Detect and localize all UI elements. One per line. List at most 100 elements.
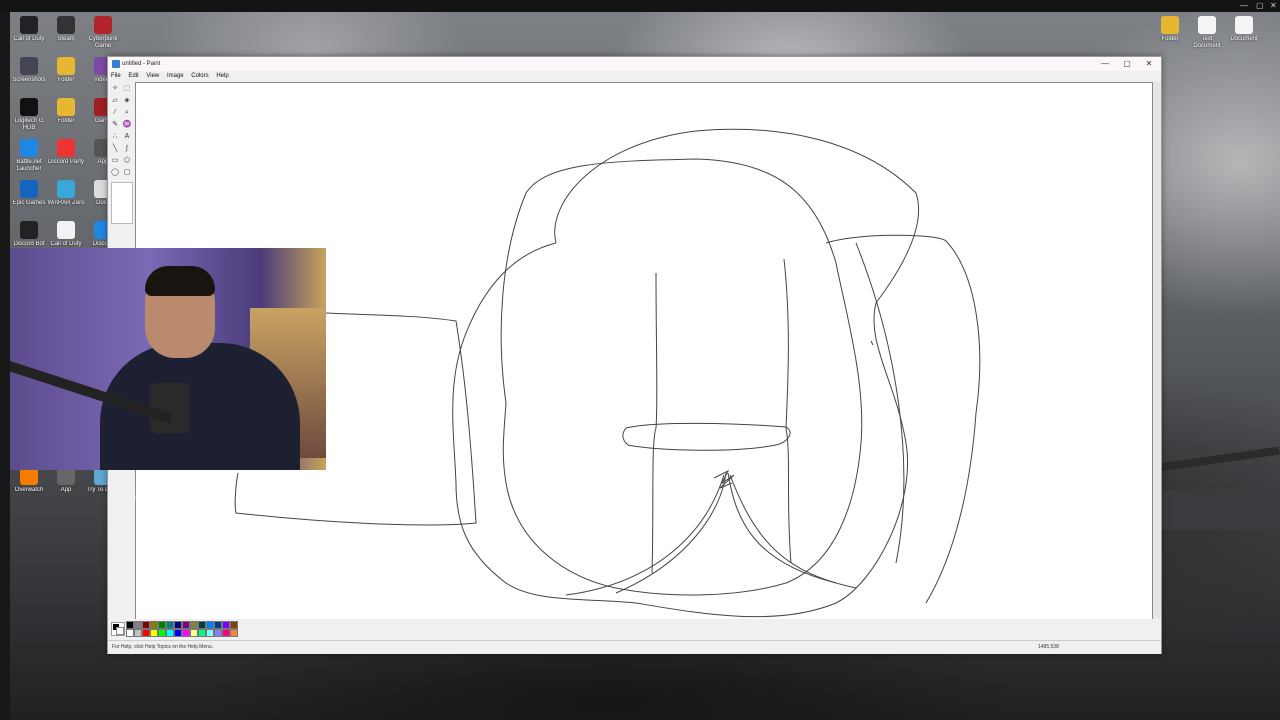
paint-title-bar[interactable]: untitled - Paint — ▢ ✕: [108, 57, 1161, 71]
palette-swatch[interactable]: [214, 621, 222, 629]
wallpaper-structure: [1160, 490, 1280, 530]
airbrush-icon[interactable]: ∴: [110, 132, 120, 142]
palette-swatch[interactable]: [230, 629, 238, 637]
palette-swatch[interactable]: [158, 621, 166, 629]
desktop-icon-label: Discord Party: [47, 159, 84, 165]
palette-swatch[interactable]: [206, 621, 214, 629]
stroke-fan-2: [727, 472, 837, 584]
stream-timer: 274:19:07: [118, 486, 211, 507]
palette-swatch[interactable]: [142, 621, 150, 629]
current-colors[interactable]: [111, 622, 125, 636]
desktop-icon-label: Logitech G HUB: [14, 118, 44, 131]
menu-image[interactable]: Image: [167, 73, 184, 79]
palette-swatch[interactable]: [150, 629, 158, 637]
menu-view[interactable]: View: [146, 73, 159, 79]
desktop-icon[interactable]: Epic Games: [9, 180, 49, 214]
paint-maximize-icon[interactable]: ▢: [1116, 57, 1138, 71]
status-help-text: For Help, click Help Topics on the Help …: [112, 644, 214, 650]
desktop-icon[interactable]: Screenshots: [9, 57, 49, 91]
paint-minimize-icon[interactable]: —: [1094, 57, 1116, 71]
polygon-icon[interactable]: ⬠: [122, 156, 132, 166]
palette-swatch[interactable]: [230, 621, 238, 629]
palette-swatch[interactable]: [142, 629, 150, 637]
app-icon: [57, 16, 75, 34]
app-icon: [20, 57, 38, 75]
palette-swatch[interactable]: [166, 629, 174, 637]
palette-swatch[interactable]: [222, 629, 230, 637]
desktop-icon-label: Call of Duty: [13, 36, 45, 42]
webcam-overlay: [0, 248, 326, 470]
desktop-icon[interactable]: Battle.net Launcher: [9, 139, 49, 173]
tool-options-box[interactable]: [111, 182, 133, 224]
vertical-scrollbar[interactable]: [1153, 82, 1161, 618]
desktop-icon[interactable]: Discord Party: [46, 139, 86, 173]
menu-file[interactable]: File: [111, 73, 121, 79]
desktop-icon-label: Document: [1230, 36, 1258, 42]
app-icon: [20, 180, 38, 198]
desktop-icon[interactable]: App: [46, 467, 86, 501]
rectangle-icon[interactable]: ▭: [110, 156, 120, 166]
palette-swatch[interactable]: [174, 621, 182, 629]
palette-swatch[interactable]: [126, 629, 134, 637]
palette-swatch[interactable]: [174, 629, 182, 637]
desktop-icon-label: Overwatch: [14, 487, 44, 493]
magnifier-icon[interactable]: ⌕: [122, 108, 132, 118]
curve-icon[interactable]: ∫: [122, 144, 132, 154]
webcam-person-hair: [145, 266, 215, 296]
palette-swatch[interactable]: [182, 629, 190, 637]
desktop-icon-label: Battle.net Launcher: [16, 159, 42, 172]
desktop-icon[interactable]: Text Document: [1187, 16, 1227, 50]
palette-swatch[interactable]: [198, 621, 206, 629]
paint-title: untitled - Paint: [122, 61, 161, 67]
rounded-rect-icon[interactable]: ▢: [122, 168, 132, 178]
desktop-icon[interactable]: Steam: [46, 16, 86, 50]
desktop-icon[interactable]: Overwatch: [9, 467, 49, 501]
palette-swatch[interactable]: [134, 621, 142, 629]
document-icon: [1235, 16, 1253, 34]
desktop-icon[interactable]: Call of Duty: [9, 16, 49, 50]
app-icon: [57, 139, 75, 157]
minimize-icon[interactable]: —: [1240, 1, 1248, 11]
desktop-icon[interactable]: WinRAR Zero: [46, 180, 86, 214]
desktop-icon[interactable]: Document: [1224, 16, 1264, 50]
maximize-icon[interactable]: ▢: [1256, 1, 1264, 11]
text-tool-icon[interactable]: A: [122, 132, 132, 142]
palette-swatch[interactable]: [182, 621, 190, 629]
paint-close-icon[interactable]: ✕: [1138, 57, 1160, 71]
pencil-icon[interactable]: ✎: [110, 120, 120, 130]
palette-swatch[interactable]: [150, 621, 158, 629]
free-select-icon[interactable]: ✧: [110, 84, 120, 94]
palette-swatch[interactable]: [190, 621, 198, 629]
fill-icon[interactable]: ◈: [122, 96, 132, 106]
palette-swatch[interactable]: [126, 621, 134, 629]
desktop-icon[interactable]: Folder: [46, 98, 86, 132]
palette-swatch[interactable]: [206, 629, 214, 637]
desktop-icon-label: Screenshots: [12, 77, 46, 83]
menu-colors[interactable]: Colors: [191, 73, 208, 79]
folder-icon: [1161, 16, 1179, 34]
menu-help[interactable]: Help: [216, 73, 228, 79]
rect-select-icon[interactable]: ⬚: [122, 84, 132, 94]
desktop-icon[interactable]: Folder: [1150, 16, 1190, 50]
brush-icon[interactable]: ♒: [122, 120, 132, 130]
palette-swatch[interactable]: [222, 621, 230, 629]
background-color: [116, 627, 124, 635]
palette-swatch[interactable]: [166, 621, 174, 629]
desktop-icon[interactable]: Folder: [46, 57, 86, 91]
palette-swatch[interactable]: [190, 629, 198, 637]
line-icon[interactable]: ╲: [110, 144, 120, 154]
stroke-right-column: [783, 258, 792, 564]
desktop-icon[interactable]: Cyberpunk Game: [83, 16, 123, 50]
ellipse-icon[interactable]: ◯: [110, 168, 120, 178]
palette-swatch[interactable]: [198, 629, 206, 637]
close-icon[interactable]: ✕: [1270, 1, 1277, 11]
desktop-icon[interactable]: Logitech G HUB: [9, 98, 49, 132]
desktop-icon-label: Folder: [57, 118, 75, 124]
app-icon: [20, 16, 38, 34]
palette-swatch[interactable]: [158, 629, 166, 637]
eraser-icon[interactable]: ▱: [110, 96, 120, 106]
menu-edit[interactable]: Edit: [128, 73, 138, 79]
palette-swatch[interactable]: [134, 629, 142, 637]
pick-color-icon[interactable]: ⁄: [110, 108, 120, 118]
palette-swatch[interactable]: [214, 629, 222, 637]
